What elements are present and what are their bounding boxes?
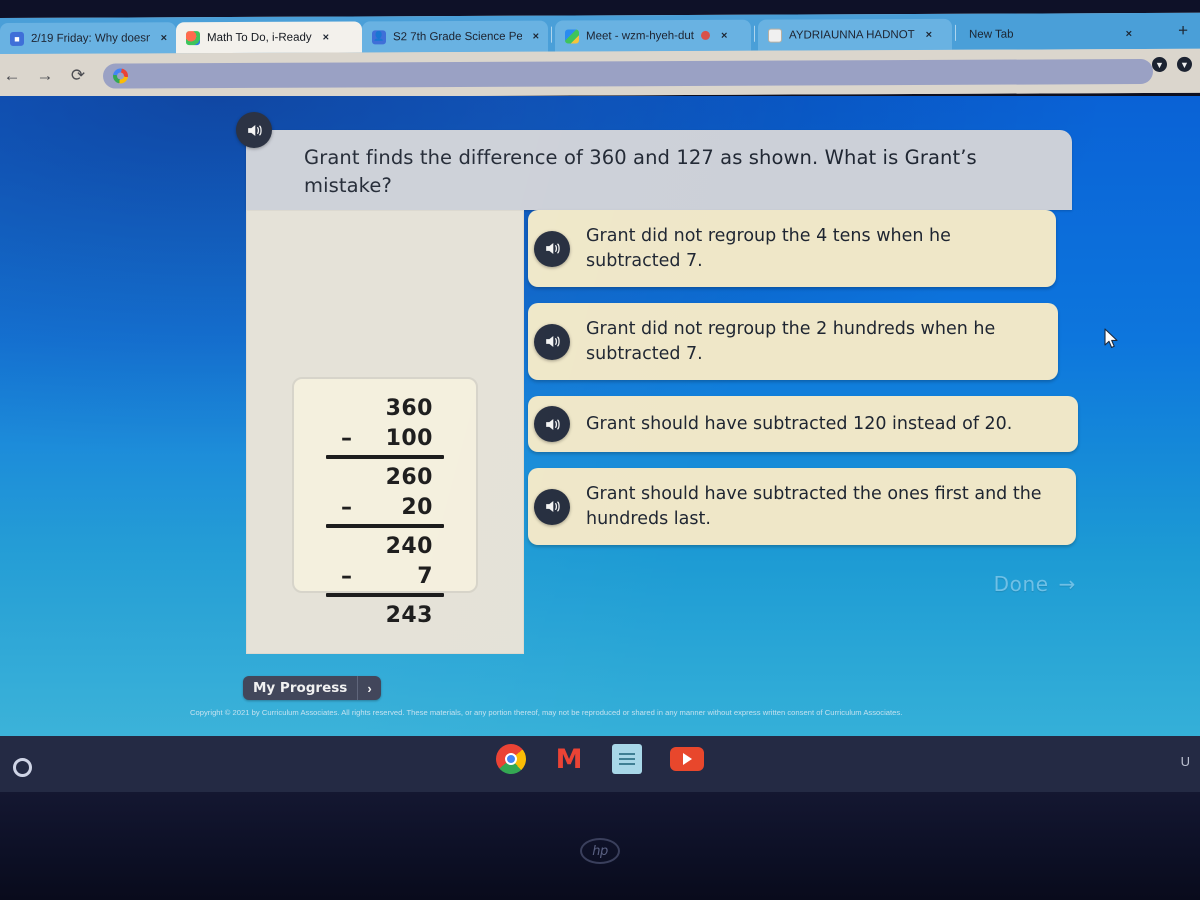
choice-speaker-icon[interactable] [534,230,570,267]
youtube-icon[interactable] [670,747,704,771]
tab-title: New Tab [969,28,1014,41]
subtraction-steps: 360 –100 260 –20 240 –7 243 [294,393,476,630]
shelf-status-area[interactable]: U [1181,754,1190,769]
tab-title: 2/19 Friday: Why doesn [31,31,150,45]
tab-close-button[interactable]: × [926,28,932,40]
tab-close-button[interactable]: × [161,32,167,44]
reload-button[interactable]: ⟳ [68,66,88,86]
answer-choice-text: Grant should have subtracted 120 instead… [586,413,1013,434]
chrome-icon[interactable] [496,744,526,774]
math-number: 240 [385,533,433,559]
browser-tab-3[interactable]: Meet - wzm-hyeh-dut × [555,19,751,52]
tab-divider [955,24,956,41]
math-row: 360 [294,393,476,423]
tab-close-button[interactable]: × [1126,28,1132,40]
math-row: 243 [294,600,476,630]
forward-button[interactable]: → [35,66,55,86]
recording-indicator-icon [701,30,711,40]
math-row: 260 [294,462,476,492]
math-rule [326,593,444,597]
answer-choice-text: Grant did not regroup the 4 tens when he… [586,226,951,271]
math-number: 7 [417,563,433,589]
new-tab-button[interactable]: + [1178,21,1188,40]
done-button[interactable]: Done → [994,572,1076,596]
tab-divider [551,26,552,43]
shield-extension-icon[interactable]: ▼ [1152,56,1167,72]
my-progress-button[interactable]: My Progress › [243,676,381,700]
tab-title: S2 7th Grade Science Pe [393,30,522,43]
browser-tab-5[interactable]: New Tab × [959,18,1141,50]
choice-speaker-icon[interactable] [534,406,570,442]
drive-doc-icon: ■ [10,31,24,46]
tab-close-button[interactable]: × [533,30,539,42]
browser-tab-2[interactable]: 👤 S2 7th Grade Science Pe × [362,20,548,53]
answer-choice-2[interactable]: Grant should have subtracted 120 instead… [528,396,1078,452]
answer-choice-text: Grant did not regroup the 2 hundreds whe… [586,319,996,364]
gmail-icon-label: M [555,743,583,775]
copyright-notice: Copyright © 2021 by Curriculum Associate… [190,708,903,717]
tab-close-button[interactable]: × [323,31,329,43]
student-work-panel: 360 –100 260 –20 240 –7 243 [246,210,524,654]
subtraction-work-box: 360 –100 260 –20 240 –7 243 [292,377,478,628]
extension-icon-group: ▼ ▼ [1152,56,1192,72]
tab-title: AYDRIAUNNA HADNOT [789,28,915,42]
gmail-icon[interactable]: M [554,744,584,774]
answer-choice-0[interactable]: Grant did not regroup the 4 tens when he… [528,210,1056,287]
choice-speaker-icon[interactable] [534,323,570,360]
browser-tab-4[interactable]: AYDRIAUNNA HADNOT × [758,18,952,51]
question-text: Grant finds the difference of 360 and 12… [304,146,977,197]
math-operator: – [341,563,352,589]
browser-tab-1[interactable]: Math To Do, i-Ready × [176,21,362,54]
chevron-right-icon: › [367,680,372,696]
math-rule [326,455,444,459]
math-number: 360 [385,395,433,421]
chromeos-shelf: M U [0,736,1200,792]
tab-divider [754,25,755,42]
answer-choice-1[interactable]: Grant did not regroup the 2 hundreds whe… [528,303,1058,380]
tab-close-button[interactable]: × [721,29,727,41]
done-button-label: Done [993,572,1049,596]
math-number: 20 [401,494,433,520]
math-number: 100 [385,425,433,451]
math-row: 240 [294,531,476,561]
browser-tab-strip: ■ 2/19 Friday: Why doesn × Math To Do, i… [0,12,1200,55]
tab-title: Math To Do, i-Ready [207,31,312,44]
laptop-bottom-bezel: hp [0,792,1200,900]
math-row: –7 [294,561,476,591]
docs-icon [768,28,782,43]
mouse-cursor [1104,328,1118,349]
browser-chrome: ■ 2/19 Friday: Why doesn × Math To Do, i… [0,12,1200,99]
math-number: 243 [385,602,433,628]
question-card: Grant finds the difference of 360 and 12… [246,130,1072,210]
math-number: 260 [385,464,433,490]
question-speaker-icon[interactable] [236,112,272,148]
math-row: – 20 [294,492,476,522]
answer-choice-3[interactable]: Grant should have subtracted the ones fi… [528,468,1076,545]
iready-lesson-page: Grant finds the difference of 360 and 12… [0,96,1200,738]
back-button[interactable]: ← [2,66,22,86]
arrow-right-icon: → [1058,572,1076,596]
tab-list: ■ 2/19 Friday: Why doesn × Math To Do, i… [0,15,1141,54]
browser-tab-0[interactable]: ■ 2/19 Friday: Why doesn × [0,22,176,54]
google-docs-icon[interactable] [612,744,642,774]
math-row: – 100 [294,423,476,453]
math-operator: – [341,494,352,520]
tab-title: Meet - wzm-hyeh-dut [586,29,695,42]
classroom-icon: 👤 [372,29,386,44]
google-icon [113,67,128,84]
hp-logo: hp [580,838,620,864]
shelf-app-list: M [0,744,1200,774]
shield-extension-icon[interactable]: ▼ [1177,56,1192,72]
my-progress-label: My Progress [243,676,359,700]
math-operator: – [341,425,352,451]
answer-choice-list: Grant did not regroup the 4 tens when he… [528,210,1078,561]
meet-icon [565,28,579,44]
answer-choice-text: Grant should have subtracted the ones fi… [586,484,1042,529]
choice-speaker-icon[interactable] [534,488,570,525]
math-rule [326,524,444,528]
laptop-screen-photo: ■ 2/19 Friday: Why doesn × Math To Do, i… [0,0,1200,900]
browser-toolbar: ← → ⟳ ▼ ▼ [0,48,1200,98]
address-bar[interactable] [103,58,1153,89]
iready-icon [186,30,200,45]
